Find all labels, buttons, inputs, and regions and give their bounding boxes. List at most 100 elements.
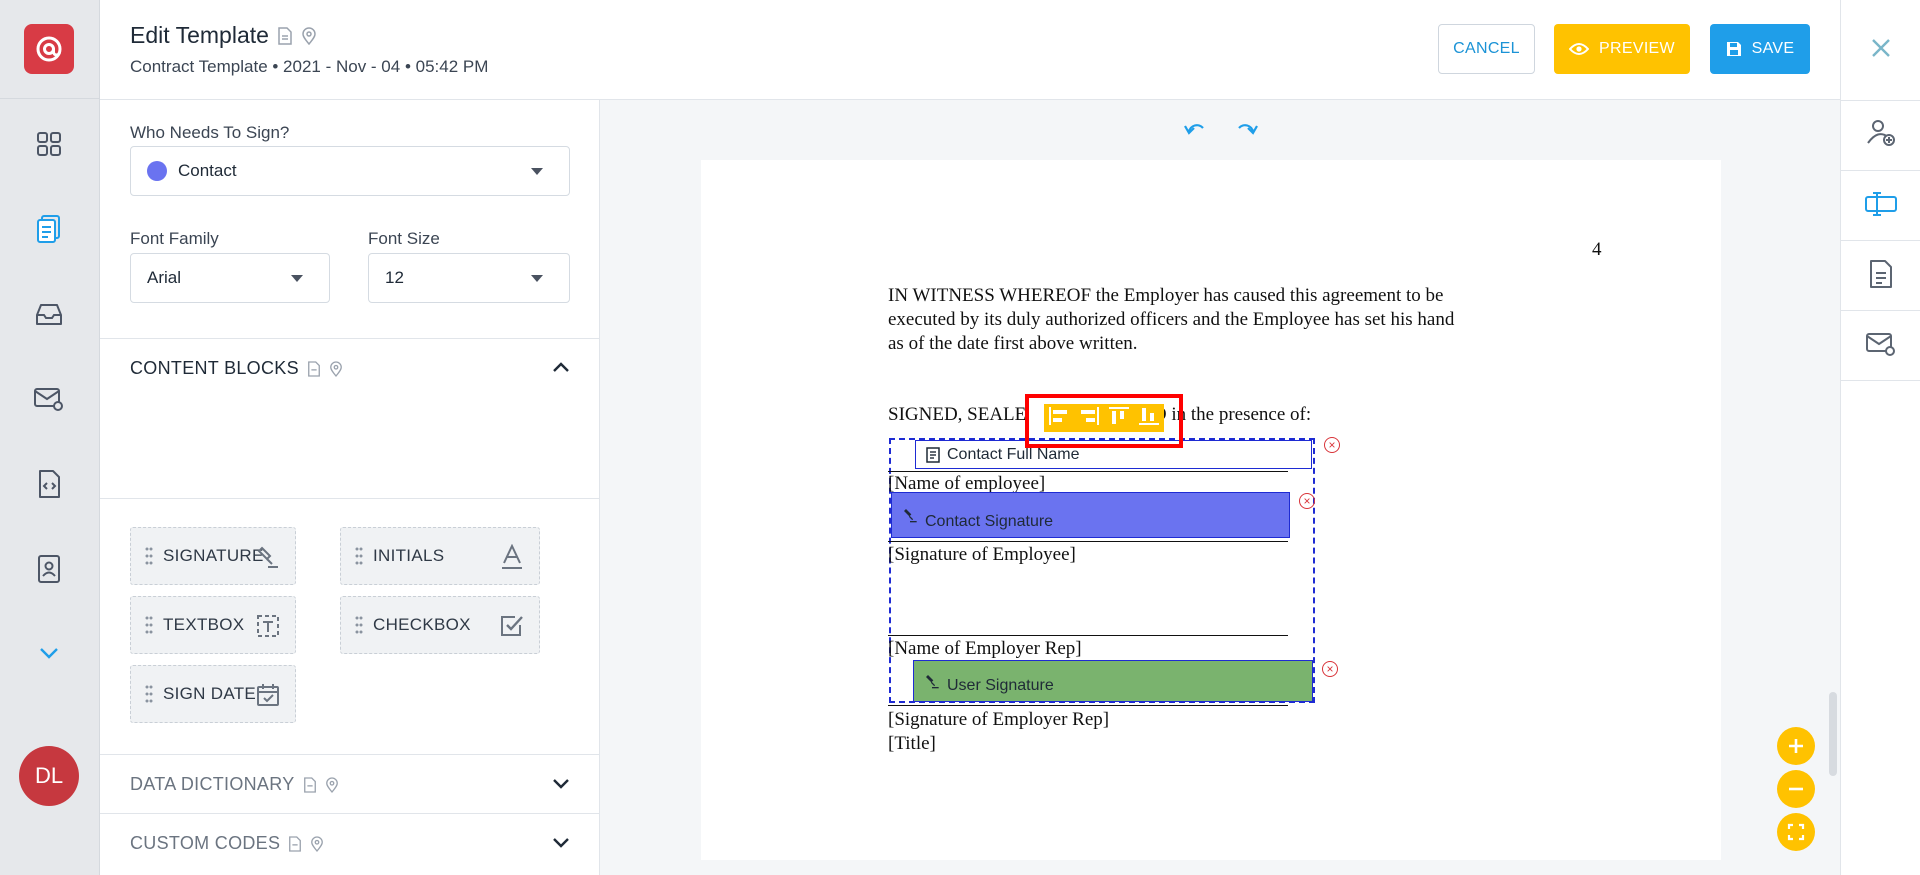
font-size-select[interactable]: 12 <box>368 253 570 303</box>
alignment-toolbar <box>1044 404 1164 432</box>
signer-select-value: Contact <box>178 161 237 180</box>
calendar-icon <box>253 680 283 710</box>
custom-codes-header[interactable]: CUSTOM CODES <box>100 813 600 873</box>
minus-icon <box>1789 787 1803 791</box>
right-tool-rail <box>1840 0 1920 875</box>
page-title: Edit Template <box>130 22 317 49</box>
align-top-icon[interactable] <box>1108 406 1130 431</box>
avatar[interactable]: DL <box>19 746 79 806</box>
nav-rail: DL <box>0 0 100 875</box>
mail-settings-icon[interactable] <box>1863 326 1899 362</box>
fit-to-screen-button[interactable] <box>1777 813 1815 851</box>
signature-line <box>888 635 1288 636</box>
remove-field-icon[interactable]: × <box>1324 437 1340 453</box>
remove-field-icon[interactable]: × <box>1322 661 1338 677</box>
user-signature-label: User Signature <box>947 677 1054 694</box>
signer-select[interactable]: Contact <box>130 146 570 196</box>
contact-signature-field[interactable]: Contact Signature <box>891 492 1290 538</box>
floppy-disk-icon <box>1726 42 1741 56</box>
add-signer-icon[interactable] <box>1863 114 1899 150</box>
textbox-block[interactable]: TEXTBOX <box>130 596 296 654</box>
pen-nib-icon <box>904 509 917 523</box>
document-icon[interactable] <box>1863 256 1899 292</box>
caret-down-icon <box>531 275 543 282</box>
name-of-employer-rep-text: [Name of Employer Rep] <box>888 638 1082 659</box>
font-family-select[interactable]: Arial <box>130 253 330 303</box>
document-icon[interactable] <box>277 26 293 45</box>
align-right-icon[interactable] <box>1078 406 1100 431</box>
drag-handle-icon <box>145 616 153 634</box>
align-left-icon[interactable] <box>1048 406 1070 431</box>
align-bottom-icon[interactable] <box>1138 406 1160 431</box>
redo-icon[interactable] <box>1235 120 1259 141</box>
textbox-block-label: TEXTBOX <box>163 615 245 634</box>
cancel-label: CANCEL <box>1453 40 1520 57</box>
witness-line-1: IN WITNESS WHEREOF the Employer has caus… <box>888 285 1444 306</box>
pen-nib-icon <box>926 675 939 689</box>
zoom-out-button[interactable] <box>1777 770 1815 808</box>
initials-block[interactable]: INITIALS <box>340 527 540 585</box>
signature-line <box>888 541 1288 542</box>
checkbox-block-label: CHECKBOX <box>373 615 471 634</box>
inbox-icon[interactable] <box>32 297 66 331</box>
chevron-up-icon <box>553 362 569 372</box>
pen-nib-icon <box>253 542 283 572</box>
witness-line-3: as of the date first above written. <box>888 333 1138 354</box>
undo-icon[interactable] <box>1183 120 1207 141</box>
font-size-value: 12 <box>385 268 404 287</box>
zoom-in-button[interactable] <box>1777 727 1815 765</box>
document-page[interactable]: 4 IN WITNESS WHEREOF the Employer has ca… <box>701 160 1721 860</box>
data-dictionary-header[interactable]: DATA DICTIONARY <box>100 754 600 814</box>
data-dictionary-title: DATA DICTIONARY <box>130 774 295 794</box>
app-logo[interactable] <box>24 24 74 74</box>
chevron-down-icon[interactable] <box>32 636 66 670</box>
remove-field-icon[interactable]: × <box>1299 493 1315 509</box>
dashboard-icon[interactable] <box>32 127 66 161</box>
save-button[interactable]: SAVE <box>1710 24 1810 74</box>
plus-icon <box>1789 739 1803 753</box>
page-header: Edit Template Contract Template • 2021 -… <box>100 0 1840 100</box>
mail-settings-icon[interactable] <box>32 382 66 416</box>
drag-handle-icon <box>355 547 363 565</box>
code-file-icon[interactable] <box>32 467 66 501</box>
preview-button[interactable]: PREVIEW <box>1554 24 1690 74</box>
templates-icon[interactable] <box>32 212 66 246</box>
cancel-button[interactable]: CANCEL <box>1438 24 1535 74</box>
sign-date-block-label: SIGN DATE <box>163 684 257 703</box>
initials-block-label: INITIALS <box>373 546 445 565</box>
expand-icon <box>1787 823 1805 841</box>
location-pin-icon <box>325 776 338 793</box>
vertical-scrollbar[interactable] <box>1829 692 1837 776</box>
caret-down-icon <box>291 275 303 282</box>
checkbox-icon <box>497 611 527 641</box>
close-icon[interactable] <box>1867 34 1895 67</box>
user-signature-field[interactable]: User Signature <box>913 660 1313 702</box>
document-icon <box>303 776 316 793</box>
font-family-label: Font Family <box>130 229 219 248</box>
location-pin-icon <box>311 835 324 852</box>
content-blocks-header[interactable]: CONTENT BLOCKS <box>100 338 600 398</box>
content-blocks-list: SIGNATURE INITIALS TEXTBOX CHECKBOX SIGN… <box>100 498 600 754</box>
caret-down-icon <box>531 168 543 175</box>
content-blocks-title: CONTENT BLOCKS <box>130 358 299 378</box>
text-field-icon[interactable] <box>1863 186 1899 222</box>
text-box-icon <box>253 611 283 641</box>
drag-handle-icon <box>145 685 153 703</box>
settings-panel: Who Needs To Sign? Contact Font Family A… <box>100 100 600 875</box>
signature-of-employer-rep-text: [Signature of Employer Rep] <box>888 709 1110 730</box>
witness-line-2: executed by its duly authorized officers… <box>888 309 1455 330</box>
location-pin-icon[interactable] <box>301 26 317 45</box>
signature-of-employee-text: [Signature of Employee] <box>888 544 1076 565</box>
letter-a-icon <box>497 542 527 572</box>
signature-block[interactable]: SIGNATURE <box>130 527 296 585</box>
preview-label: PREVIEW <box>1599 40 1675 57</box>
at-logo-icon <box>36 36 62 62</box>
signed-text-start: SIGNED, SEALE <box>888 404 1027 425</box>
checkbox-block[interactable]: CHECKBOX <box>340 596 540 654</box>
chevron-down-icon <box>553 838 569 848</box>
signer-color-dot <box>147 161 167 181</box>
drag-handle-icon <box>145 547 153 565</box>
contact-card-icon[interactable] <box>32 552 66 586</box>
document-canvas: 4 IN WITNESS WHEREOF the Employer has ca… <box>601 100 1840 875</box>
sign-date-block[interactable]: SIGN DATE <box>130 665 296 723</box>
